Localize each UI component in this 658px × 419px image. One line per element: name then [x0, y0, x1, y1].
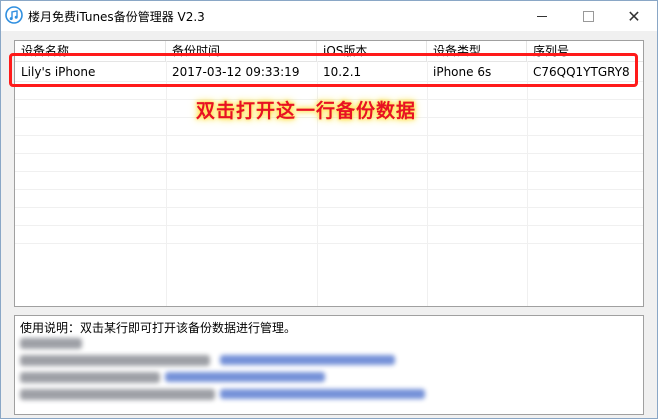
close-icon: ✕	[627, 6, 641, 26]
info-panel: 使用说明：双击某行即可打开该备份数据进行管理。	[14, 315, 644, 415]
grid-line	[15, 171, 643, 172]
grid-line	[527, 61, 528, 306]
grid-line	[15, 225, 643, 226]
redacted-link	[165, 372, 325, 382]
grid-line	[15, 189, 643, 190]
grid-line	[15, 207, 643, 208]
redacted-line	[20, 372, 160, 383]
title-bar[interactable]: 楼月免费iTunes备份管理器 V2.3 ✕	[1, 1, 657, 31]
itunes-note-icon	[5, 6, 23, 24]
minimize-icon	[537, 15, 547, 17]
grid-line	[15, 135, 643, 136]
redacted-line	[20, 338, 82, 349]
maximize-button[interactable]	[565, 1, 611, 31]
close-button[interactable]: ✕	[611, 1, 657, 31]
grid-line	[166, 61, 167, 306]
window-title: 楼月免费iTunes备份管理器 V2.3	[28, 10, 205, 24]
redacted-line	[20, 389, 215, 400]
usage-instructions: 使用说明：双击某行即可打开该备份数据进行管理。	[20, 321, 297, 335]
grid-line	[15, 243, 643, 244]
redacted-link	[220, 355, 395, 365]
grid-line	[427, 61, 428, 306]
maximize-icon	[582, 10, 594, 22]
app-window: 楼月免费iTunes备份管理器 V2.3 ✕ 设备名称 备份时间 iOS版本 设…	[0, 0, 658, 419]
row-highlight-box	[9, 53, 638, 87]
minimize-button[interactable]	[519, 1, 565, 31]
annotation-label: 双击打开这一行备份数据	[196, 100, 417, 122]
redacted-line	[20, 355, 210, 366]
grid-line	[15, 153, 643, 154]
redacted-link	[220, 389, 425, 399]
